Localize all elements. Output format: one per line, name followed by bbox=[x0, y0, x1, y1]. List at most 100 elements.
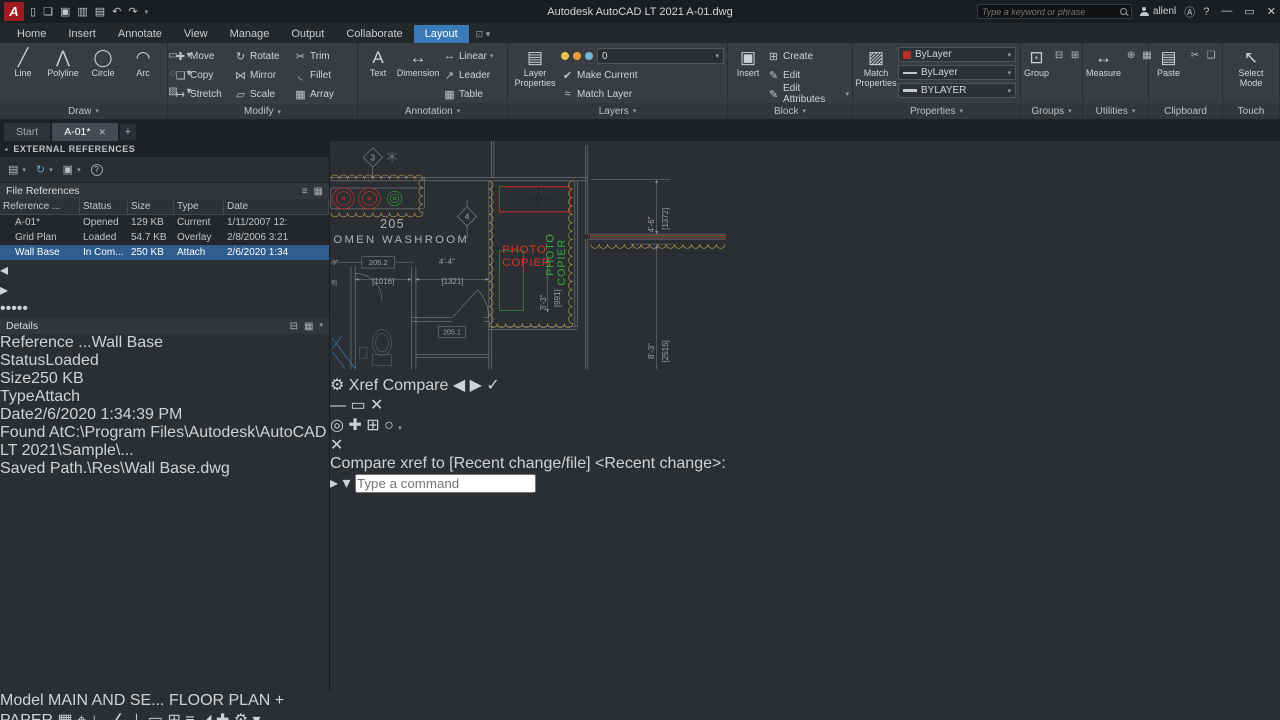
palette-menu-icon[interactable]: ▪ bbox=[5, 145, 8, 154]
panel-label-clipboard[interactable]: Clipboard bbox=[1149, 103, 1222, 119]
maximize-icon[interactable]: ▭ bbox=[1244, 5, 1254, 18]
create-block-button[interactable]: ⊞Create bbox=[767, 47, 849, 65]
table-row[interactable]: Grid Plan Loaded 54.7 KB Overlay 2/8/200… bbox=[0, 230, 329, 245]
stretch-button[interactable]: ↦Stretch bbox=[171, 85, 231, 104]
command-input-row[interactable]: ▸ ▾ bbox=[330, 473, 726, 493]
help-icon[interactable]: ? bbox=[1203, 6, 1209, 18]
app-store-icon[interactable]: Ⓐ bbox=[1184, 4, 1195, 20]
details-view-icon[interactable]: ⊟ bbox=[290, 321, 298, 332]
paper-space-toggle[interactable]: PAPER bbox=[0, 712, 53, 720]
panel-label-touch[interactable]: Touch bbox=[1223, 103, 1279, 119]
linear-button[interactable]: ↔Linear▾ bbox=[443, 47, 493, 65]
arc-button[interactable]: ◠Arc bbox=[123, 45, 163, 103]
match-layer-button[interactable]: ≈Match Layer bbox=[561, 85, 724, 103]
recent-commands-icon[interactable]: ▾ bbox=[342, 475, 350, 492]
color-dropdown[interactable]: ByLayer▾ bbox=[898, 47, 1016, 62]
panel-label-block[interactable]: Block▾ bbox=[728, 103, 852, 119]
new-file-icon[interactable]: ▯ bbox=[30, 5, 36, 18]
command-input[interactable] bbox=[355, 474, 536, 493]
tab-output[interactable]: Output bbox=[280, 25, 335, 43]
fillet-button[interactable]: ◟Fillet bbox=[291, 66, 351, 85]
list-view-icon[interactable]: ≡ bbox=[302, 186, 308, 197]
lineweight-dropdown[interactable]: BYLAYER▾ bbox=[898, 83, 1016, 98]
attach-file-icon[interactable]: ▤ bbox=[8, 163, 18, 176]
polar-tracking-icon[interactable]: ∠ bbox=[111, 712, 125, 720]
path-dropdown-icon[interactable]: ▾ bbox=[77, 166, 81, 174]
compare-settings-icon[interactable]: ⚙ bbox=[330, 377, 344, 394]
file-tab-start[interactable]: Start bbox=[4, 123, 50, 141]
tab-layout[interactable]: Layout bbox=[414, 25, 469, 43]
linetype-dropdown[interactable]: ByLayer▾ bbox=[898, 65, 1016, 80]
table-row-selected[interactable]: Wall Base In Com... 250 KB Attach 2/6/20… bbox=[0, 245, 329, 260]
panel-label-draw[interactable]: Draw▾ bbox=[0, 103, 167, 119]
cut-icon[interactable]: ✂ bbox=[1187, 48, 1203, 66]
measure-button[interactable]: ↔Measure bbox=[1086, 45, 1121, 103]
viewport-restore-icon[interactable]: ▭ bbox=[350, 397, 365, 414]
rotate-button[interactable]: ↻Rotate bbox=[231, 47, 291, 66]
preview-icon[interactable]: ▦ bbox=[304, 321, 313, 332]
table-row[interactable]: A-01* Opened 129 KB Current 1/11/2007 12… bbox=[0, 215, 329, 230]
table-button[interactable]: ▦Table bbox=[443, 85, 493, 103]
edit-attributes-button[interactable]: ✎Edit Attributes▾ bbox=[767, 85, 849, 103]
leader-button[interactable]: ↗Leader bbox=[443, 66, 493, 84]
full-nav-wheel-icon[interactable]: ◎ bbox=[330, 417, 344, 434]
chevron-down-icon[interactable]: ▾ bbox=[319, 321, 323, 332]
group-button[interactable]: ⊡Group bbox=[1024, 45, 1049, 103]
search-input[interactable] bbox=[982, 7, 1116, 17]
close-icon[interactable]: ✕ bbox=[1267, 5, 1276, 18]
command-suggest-icon[interactable]: ▸ bbox=[330, 475, 338, 492]
make-current-button[interactable]: ✔Make Current bbox=[561, 66, 724, 84]
file-tab-drawing[interactable]: A-01*✕ bbox=[52, 123, 118, 141]
circle-button[interactable]: ◯Circle bbox=[83, 45, 123, 103]
tab-view[interactable]: View bbox=[173, 25, 219, 43]
navbar-dropdown-icon[interactable]: ▾ bbox=[398, 425, 402, 432]
scroll-left-icon[interactable]: ◂ bbox=[0, 262, 8, 279]
palette-help-icon[interactable]: ? bbox=[91, 164, 103, 176]
ortho-icon[interactable]: ∟ bbox=[91, 712, 107, 720]
save-as-icon[interactable]: ▥ bbox=[77, 5, 87, 18]
viewport-close-icon[interactable]: ✕ bbox=[370, 397, 383, 414]
dynamic-input-icon[interactable]: ◢ bbox=[199, 712, 211, 720]
next-change-icon[interactable]: ▶ bbox=[470, 377, 482, 394]
object-snap-icon[interactable]: ⊥ bbox=[129, 712, 143, 720]
drawing-viewport[interactable]: 3 4 205 OMEN WASHROOM 205.2 205.1 4'-4" … bbox=[330, 141, 726, 692]
grid-icon[interactable]: ▦ bbox=[58, 712, 73, 720]
tab-annotate[interactable]: Annotate bbox=[107, 25, 173, 43]
layout-tab-active[interactable]: MAIN AND SE... FLOOR PLAN bbox=[48, 692, 270, 709]
signin-user[interactable]: allenl bbox=[1140, 6, 1176, 17]
text-button[interactable]: AText bbox=[361, 45, 395, 103]
search-icon[interactable] bbox=[1120, 8, 1127, 15]
select-mode-button[interactable]: ↖Select Mode bbox=[1231, 45, 1271, 103]
panel-label-modify[interactable]: Modify▾ bbox=[168, 104, 357, 119]
minimize-icon[interactable]: — bbox=[1221, 5, 1232, 18]
group-edit-icon[interactable]: ⊞ bbox=[1067, 48, 1083, 66]
copy-button[interactable]: ❏Copy bbox=[171, 66, 231, 85]
panel-label-utilities[interactable]: Utilities▾ bbox=[1083, 103, 1148, 119]
table-header[interactable]: Reference ... Status Size Type Date bbox=[0, 199, 329, 215]
orbit-icon[interactable]: ○ bbox=[384, 417, 394, 434]
change-path-icon[interactable]: ▣ bbox=[63, 163, 73, 176]
close-tab-icon[interactable]: ✕ bbox=[98, 127, 106, 138]
tab-collaborate[interactable]: Collaborate bbox=[335, 25, 413, 43]
panel-label-annotation[interactable]: Annotation▾ bbox=[358, 103, 507, 119]
redo-icon[interactable]: ↷ bbox=[128, 5, 137, 18]
mirror-button[interactable]: ⋈Mirror bbox=[231, 66, 291, 85]
undo-icon[interactable]: ↶ bbox=[112, 5, 121, 18]
array-button[interactable]: ▦Array bbox=[291, 85, 351, 104]
move-button[interactable]: ✚Move bbox=[171, 47, 231, 66]
layer-freeze-icon[interactable] bbox=[573, 52, 581, 60]
panel-label-layers[interactable]: Layers▾ bbox=[508, 103, 727, 119]
line-button[interactable]: ╱Line bbox=[3, 45, 43, 103]
copy-clip-icon[interactable]: ❏ bbox=[1203, 48, 1219, 66]
polyline-button[interactable]: ⋀Polyline bbox=[43, 45, 83, 103]
drawing-canvas[interactable]: 3 4 205 OMEN WASHROOM 205.2 205.1 4'-4" … bbox=[330, 141, 726, 370]
new-tab-icon[interactable]: + bbox=[120, 124, 136, 140]
tab-insert[interactable]: Insert bbox=[57, 25, 107, 43]
customize-status-icon[interactable]: ▾ bbox=[253, 712, 261, 720]
panel-label-groups[interactable]: Groups▾ bbox=[1021, 103, 1082, 119]
pan-icon[interactable]: ✚ bbox=[348, 417, 361, 434]
open-file-icon[interactable]: ❏ bbox=[43, 5, 53, 18]
paste-button[interactable]: ▤Paste bbox=[1152, 45, 1185, 103]
refresh-icon[interactable]: ↻ bbox=[36, 163, 45, 176]
id-point-icon[interactable]: ⊕ bbox=[1123, 48, 1139, 66]
